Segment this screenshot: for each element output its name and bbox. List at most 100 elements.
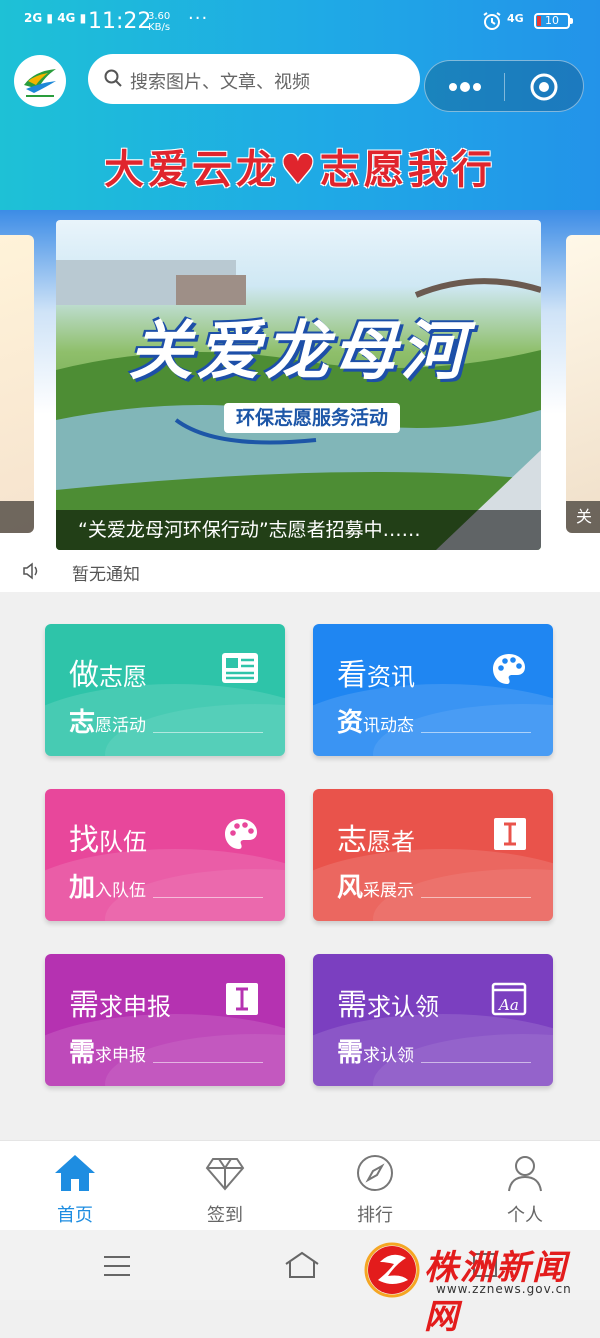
tile-volunteer[interactable]: 做志愿 志愿活动 (45, 624, 285, 756)
tile-title-first: 志 (337, 823, 367, 858)
tile-underline (421, 897, 531, 898)
svg-text:Aa: Aa (497, 996, 519, 1014)
text-cursor-icon (493, 817, 527, 855)
tile-title: 需求认领 (337, 980, 439, 1024)
search-icon (104, 69, 122, 91)
tile-sub-first: 志 (69, 708, 96, 738)
alarm-icon (482, 11, 502, 35)
tile-sub-first: 加 (69, 873, 96, 903)
search-placeholder: 搜索图片、文章、视频 (130, 72, 310, 93)
tile-title-first: 需 (337, 988, 367, 1023)
tab-profile-label: 个人 (507, 1205, 543, 1226)
tile-title-rest: 志愿 (99, 663, 147, 691)
banner-subtitle: 环保志愿服务活动 (224, 403, 401, 433)
more-options-icon[interactable] (445, 75, 485, 103)
carousel-banner[interactable]: 关爱龙母河 环保志愿服务活动 “关爱龙母河环保行动”志愿者招募中…… (56, 220, 541, 550)
tab-ranking-label: 排行 (357, 1205, 393, 1226)
network-4g-right: 4G (507, 12, 524, 25)
tile-title: 看资讯 (337, 650, 415, 694)
tile-subtitle: 需求申报 (69, 1032, 146, 1069)
tile-title-first: 看 (337, 658, 367, 693)
palette-icon (223, 817, 259, 855)
tile-subtitle: 加入队伍 (69, 867, 146, 904)
tile-title-rest: 队伍 (99, 828, 147, 856)
tile-volunteer-showcase[interactable]: 志愿者 风采展示 (313, 789, 553, 921)
tile-title-rest: 求认领 (367, 993, 439, 1021)
banner-title: 关爱龙母河 (128, 314, 469, 389)
news-card-icon (221, 652, 259, 688)
status-bar: 2G ▮ 4G ▮ 11:22 3.60 KB/s ··· 4G 10 (0, 0, 600, 46)
tile-sub-rest: 讯动态 (363, 716, 415, 736)
tile-sub-rest: 求认领 (363, 1046, 415, 1066)
banner-caption: “关爱龙母河环保行动”志愿者招募中…… (56, 510, 541, 550)
signal-icon: ▮ (46, 11, 53, 25)
tile-title: 找队伍 (69, 815, 147, 859)
notice-text: 暂无通知 (72, 565, 140, 585)
tile-subtitle: 志愿活动 (69, 702, 146, 739)
prev-card-caption (0, 501, 34, 533)
tile-sub-rest: 入队伍 (95, 881, 147, 901)
tab-home[interactable]: 首页 (25, 1153, 125, 1227)
tile-title-rest: 求申报 (99, 993, 171, 1021)
tab-checkin[interactable]: 签到 (175, 1153, 275, 1227)
palette-icon (491, 652, 527, 690)
close-miniprogram-icon[interactable] (529, 72, 559, 106)
carousel-next-card[interactable]: 关 (566, 235, 600, 533)
network-2g-label: 2G (24, 11, 43, 25)
battery-icon: 10 (534, 13, 573, 29)
tile-underline (153, 1062, 263, 1063)
tile-underline (153, 732, 263, 733)
tile-title: 需求申报 (69, 980, 171, 1024)
tile-sub-rest: 愿活动 (95, 716, 147, 736)
tile-sub-first: 需 (69, 1038, 96, 1068)
next-card-caption: 关 (566, 501, 600, 533)
text-cursor-icon (225, 982, 259, 1020)
bottom-tab-bar: 首页 签到 排行 个人 (0, 1140, 600, 1231)
watermark-url: www.zznews.gov.cn (436, 1282, 572, 1296)
notice-bar[interactable]: 暂无通知 (0, 550, 600, 592)
network-4g-label: 4G (57, 11, 76, 25)
clock: 11:22 (88, 9, 152, 34)
tile-title: 做志愿 (69, 650, 147, 694)
carousel-prev-card[interactable] (0, 235, 34, 533)
tile-sub-first: 风 (337, 873, 364, 903)
diamond-icon (205, 1158, 245, 1191)
tile-sub-rest: 采展示 (363, 881, 415, 901)
tile-title: 志愿者 (337, 815, 415, 859)
tile-find-team[interactable]: 找队伍 加入队伍 (45, 789, 285, 921)
tile-news[interactable]: 看资讯 资讯动态 (313, 624, 553, 756)
tile-subtitle: 风采展示 (337, 867, 414, 904)
more-status-icon: ··· (188, 8, 209, 29)
capsule-divider (504, 73, 505, 101)
tile-sub-first: 需 (337, 1038, 364, 1068)
tile-title-rest: 愿者 (367, 828, 415, 856)
tile-underline (153, 897, 263, 898)
tile-demand-report[interactable]: 需求申报 需求申报 (45, 954, 285, 1086)
system-home-icon[interactable] (282, 1250, 322, 1284)
speed-unit: KB/s (148, 22, 171, 33)
tile-demand-claim[interactable]: 需求认领 需求认领 Aa (313, 954, 553, 1086)
search-bar[interactable]: 搜索图片、文章、视频 (88, 54, 420, 104)
tile-sub-rest: 求申报 (95, 1046, 147, 1066)
watermark-logo (364, 1242, 420, 1298)
font-aa-icon: Aa (491, 982, 527, 1020)
menu-icon[interactable] (102, 1254, 132, 1282)
tile-underline (421, 1062, 531, 1063)
tab-ranking[interactable]: 排行 (325, 1153, 425, 1227)
tile-title-first: 需 (69, 988, 99, 1023)
network-speed: 3.60 KB/s (148, 11, 170, 33)
speed-value: 3.60 (148, 11, 171, 22)
compass-icon (357, 1155, 393, 1191)
app-logo[interactable] (14, 55, 66, 107)
tile-subtitle: 需求认领 (337, 1032, 414, 1069)
tile-title-first: 做 (69, 658, 99, 693)
tab-profile[interactable]: 个人 (475, 1153, 575, 1227)
signal-icon: ▮ (79, 11, 87, 25)
tile-title-first: 找 (69, 823, 99, 858)
network-indicator: 2G ▮ 4G ▮ (24, 11, 86, 25)
speaker-icon (22, 562, 40, 584)
watermark: 株洲新闻网 www.zznews.gov.cn (362, 1238, 600, 1337)
miniprogram-capsule (424, 60, 584, 112)
slogan-banner: 大爱云龙♥志愿我行 (104, 146, 496, 193)
home-icon (55, 1155, 95, 1191)
